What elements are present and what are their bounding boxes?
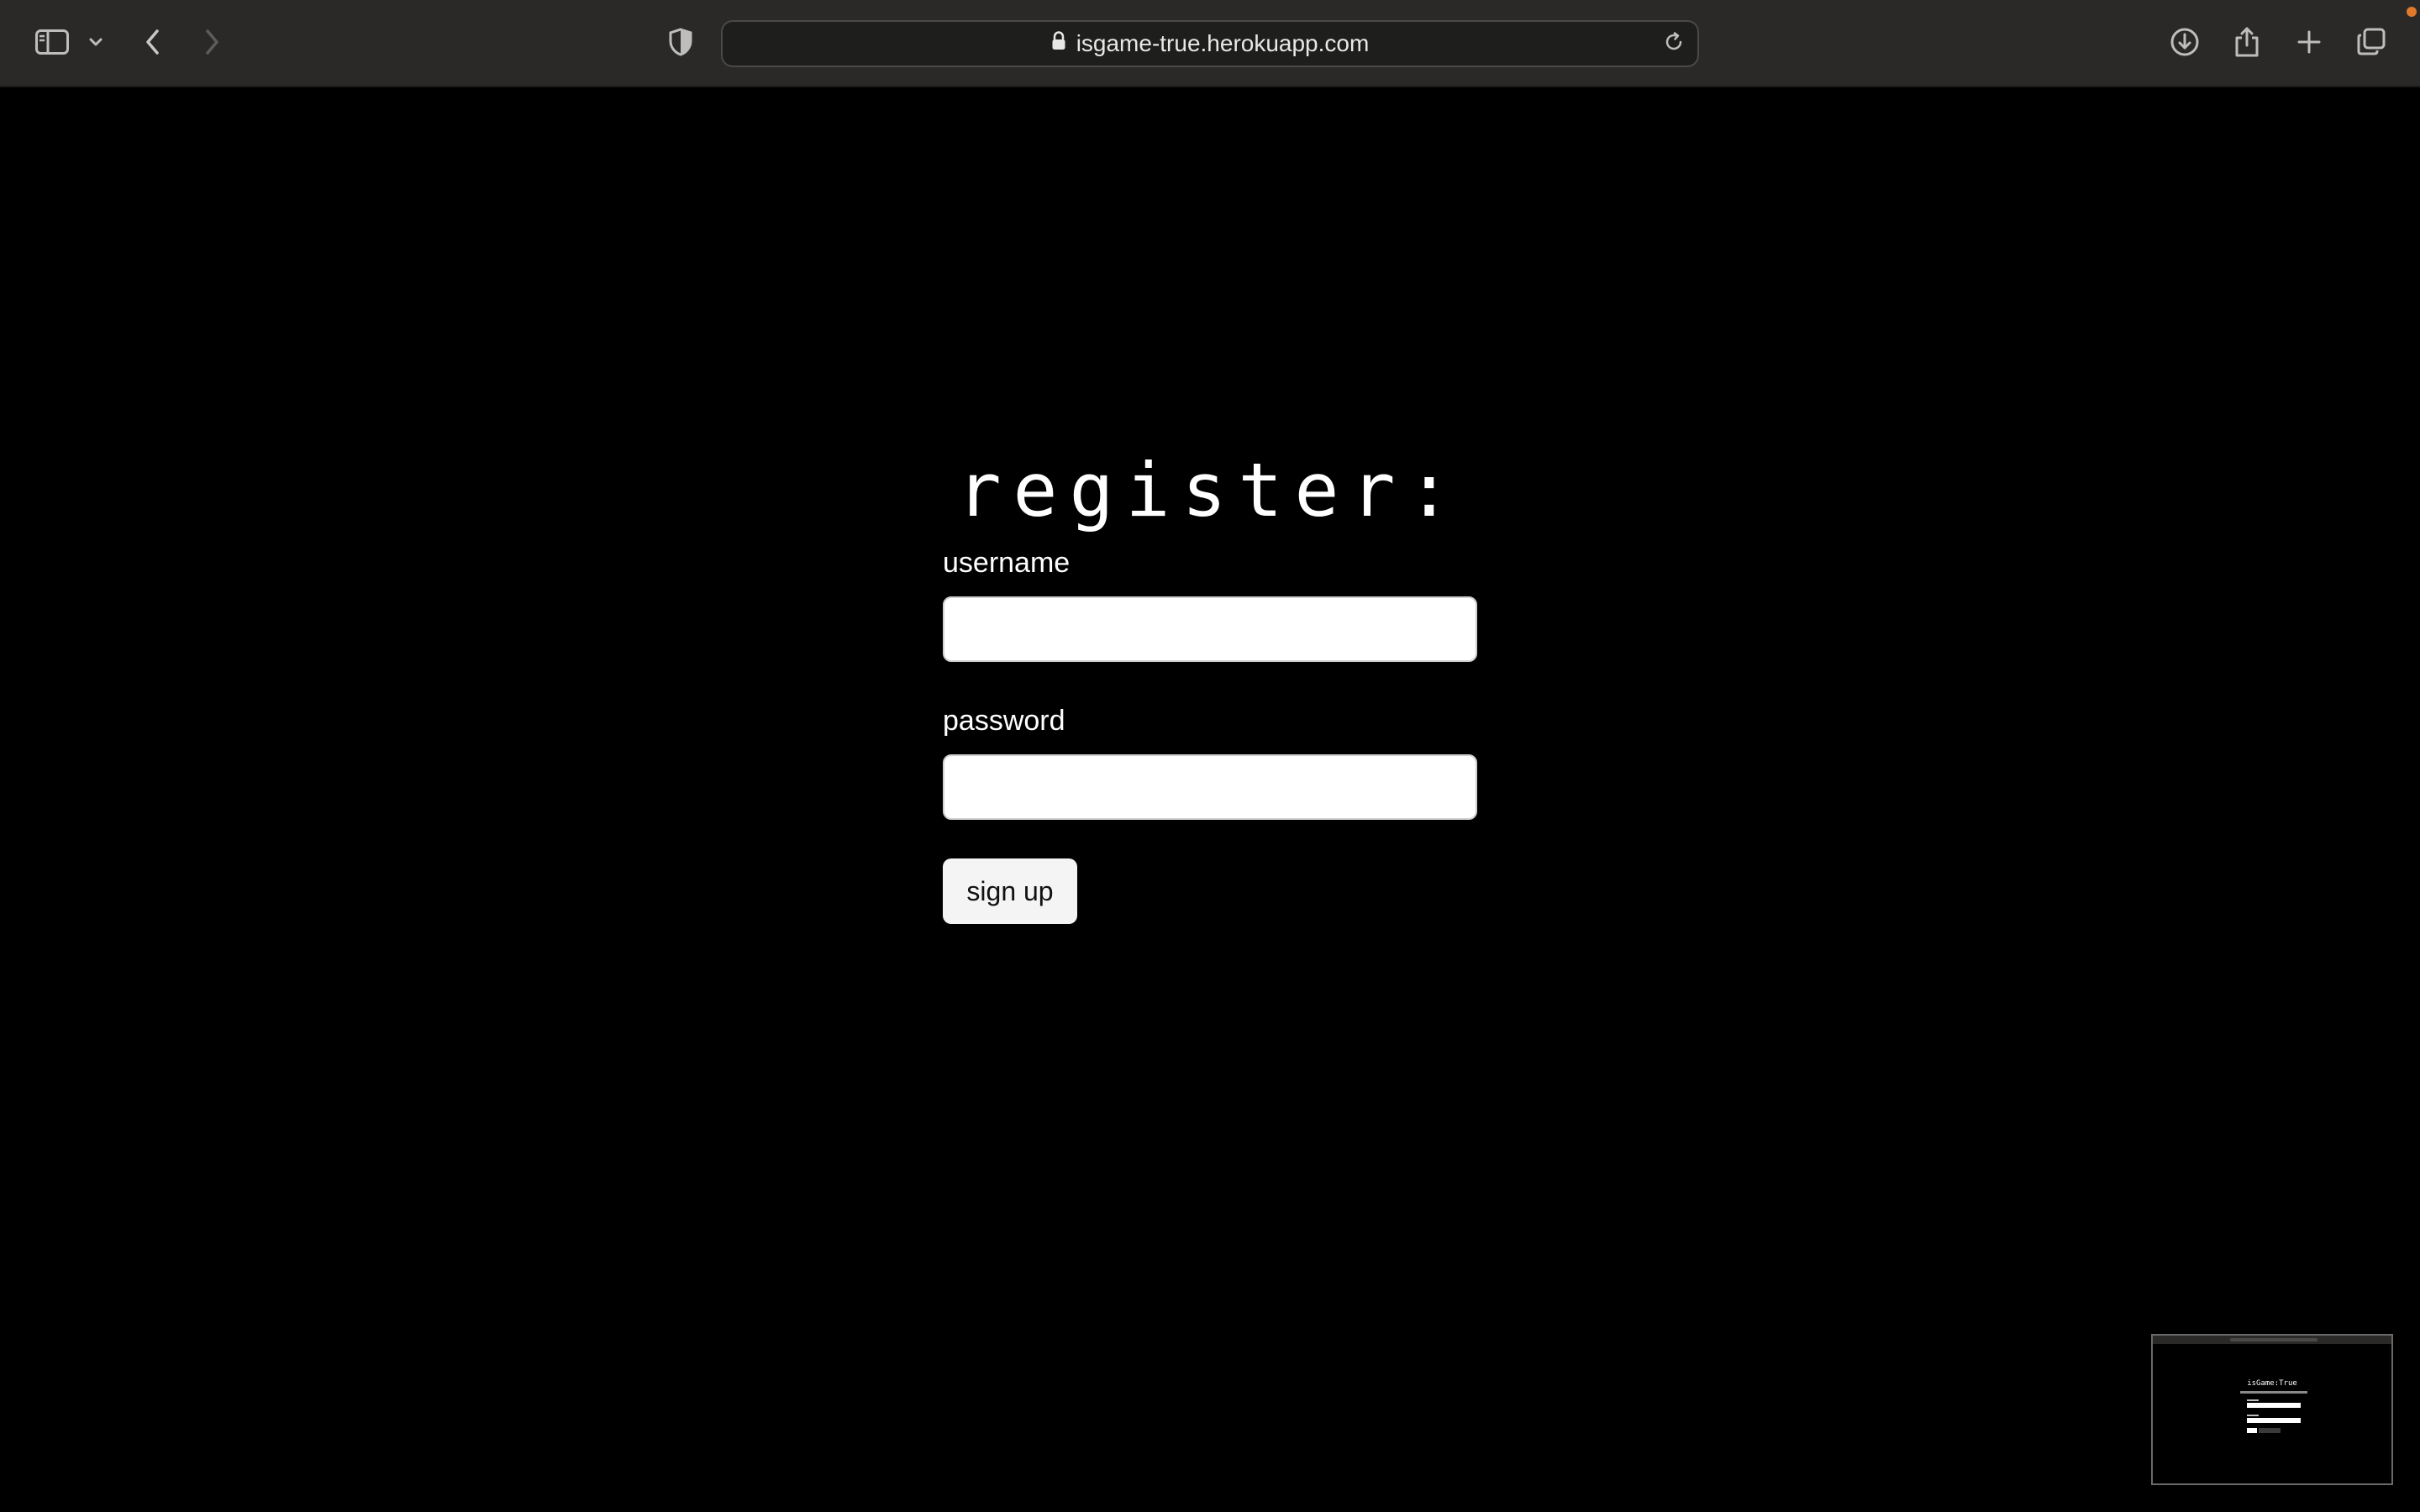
reload-button[interactable] xyxy=(1660,30,1687,57)
thumbnail-button xyxy=(2247,1428,2257,1433)
reload-icon xyxy=(1663,31,1685,57)
address-url: isgame-true.herokuapp.com xyxy=(1076,30,1370,56)
sidebar-icon xyxy=(35,29,69,55)
password-input[interactable] xyxy=(943,754,1477,820)
thumbnail-label-line xyxy=(2247,1415,2259,1416)
chevron-left-icon xyxy=(145,29,161,55)
plus-icon xyxy=(2296,29,2322,55)
tab-group-menu-button[interactable] xyxy=(84,22,108,62)
tabs-icon xyxy=(2356,28,2386,56)
new-tab-button[interactable] xyxy=(2289,22,2329,62)
browser-toolbar: isgame-true.herokuapp.com xyxy=(0,0,2420,87)
chevron-right-icon xyxy=(203,29,220,55)
download-icon xyxy=(2170,27,2200,57)
username-label: username xyxy=(943,547,1071,579)
password-label: password xyxy=(943,705,1065,737)
thumbnail-subtitle-line xyxy=(2240,1391,2307,1394)
thumbnail-button xyxy=(2259,1428,2281,1433)
address-bar[interactable]: isgame-true.herokuapp.com xyxy=(721,20,1699,67)
chevron-down-icon xyxy=(89,37,103,47)
privacy-report-button[interactable] xyxy=(660,22,701,62)
sidebar-toggle-button[interactable] xyxy=(32,22,72,62)
page-content: register: username password sign up xyxy=(0,87,2420,1512)
notification-dot xyxy=(2407,7,2417,17)
thumbnail-field xyxy=(2247,1403,2301,1408)
thumbnail-toolbar xyxy=(2153,1336,2391,1344)
tab-overview-button[interactable] xyxy=(2351,22,2391,62)
thumbnail-address-bar xyxy=(2230,1338,2317,1341)
forward-button[interactable] xyxy=(192,22,232,62)
page-title: register: xyxy=(956,447,1464,533)
back-button[interactable] xyxy=(133,22,173,62)
sign-up-button[interactable]: sign up xyxy=(943,858,1077,924)
share-icon xyxy=(2233,26,2260,58)
screenshot-thumbnail[interactable]: isGame:True xyxy=(2151,1334,2393,1485)
lock-icon xyxy=(1051,30,1066,57)
share-button[interactable] xyxy=(2227,22,2267,62)
thumbnail-field xyxy=(2247,1418,2301,1423)
thumbnail-label-line xyxy=(2247,1399,2259,1401)
shield-icon xyxy=(668,28,693,56)
downloads-button[interactable] xyxy=(2165,22,2205,62)
username-input[interactable] xyxy=(943,596,1477,662)
thumbnail-title: isGame:True xyxy=(2247,1379,2297,1388)
